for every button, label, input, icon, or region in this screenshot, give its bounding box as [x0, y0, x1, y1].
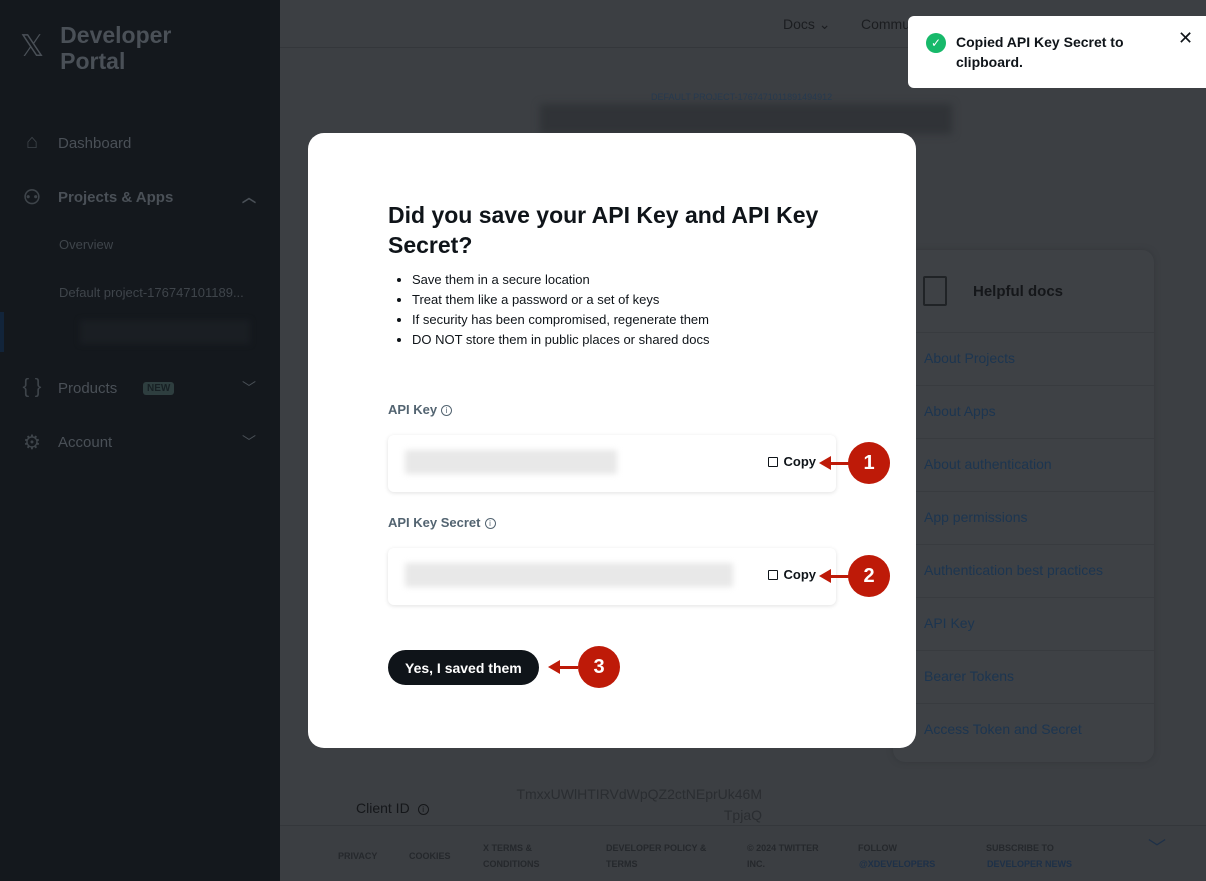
api-key-label: API Key i [388, 402, 453, 417]
copied-toast: ✓ Copied API Key Secret to clipboard. ✕ [908, 16, 1206, 88]
nav-community[interactable]: Commu [861, 16, 910, 32]
copy-icon [767, 569, 778, 580]
copy-api-key-button[interactable]: Copy [767, 454, 816, 469]
divider [893, 544, 1154, 545]
sidebar-item-dashboard[interactable]: ⌂ Dashboard [0, 131, 280, 154]
footer-cookies[interactable]: COOKIES [409, 848, 451, 864]
modal-title: Did you save your API Key and API Key Se… [388, 202, 819, 258]
doc-link[interactable]: Bearer Tokens [924, 668, 1014, 684]
app-title-blurred [540, 104, 952, 134]
helpful-docs-card: Helpful docs About Projects About Apps Abo… [893, 250, 1154, 762]
api-secret-label: API Key Secret i [388, 515, 496, 530]
annotation-arrow [819, 456, 849, 470]
sidebar-item-products[interactable]: { } Products NEW ﹀ [0, 376, 280, 399]
tip: DO NOT store them in public places or sh… [412, 330, 709, 350]
chevron-down-icon[interactable]: ﹀ [1148, 839, 1166, 857]
close-icon[interactable]: ✕ [1178, 28, 1193, 49]
doc-link[interactable]: About Apps [924, 403, 996, 419]
doc-link[interactable]: API Key [924, 615, 975, 631]
active-indicator [0, 312, 4, 352]
sidebar-item-overview[interactable]: Overview [59, 237, 113, 252]
footer-dev-policy[interactable]: DEVELOPER POLICY & TERMS [606, 840, 726, 872]
doc-link[interactable]: About Projects [924, 350, 1015, 366]
footer-copyright: © 2024 TWITTER INC. [747, 843, 819, 869]
divider [893, 597, 1154, 598]
divider [893, 332, 1154, 333]
confirm-saved-button[interactable]: Yes, I saved them [388, 650, 539, 685]
tips-list: Save them in a secure location Treat the… [412, 270, 709, 350]
doc-link[interactable]: Authentication best practices [924, 562, 1103, 578]
divider [893, 438, 1154, 439]
info-icon[interactable]: i [441, 405, 453, 416]
tip: If security has been compromised, regene… [412, 310, 709, 330]
annotation-badge-1: 1 [848, 442, 890, 484]
logo[interactable]: 𝕏 Developer Portal [20, 22, 190, 74]
copy-icon [767, 456, 778, 467]
sidebar: 𝕏 Developer Portal ⌂ Dashboard ⚇ Project… [0, 0, 280, 881]
divider [893, 385, 1154, 386]
sidebar-item-account[interactable]: ⚙ Account ﹀ [0, 431, 280, 454]
annotation-badge-3: 3 [578, 646, 620, 688]
x-logo-icon: 𝕏 [20, 30, 45, 63]
sidebar-item-projects-apps[interactable]: ⚇ Projects & Apps ︿ [0, 186, 280, 209]
api-secret-value-redacted [405, 563, 733, 587]
check-circle-icon: ✓ [926, 33, 946, 53]
divider [893, 491, 1154, 492]
info-icon[interactable]: i [484, 518, 496, 529]
annotation-arrow [819, 569, 849, 583]
chevron-down-icon: ﹀ [242, 434, 256, 450]
sidebar-item-default-project[interactable]: Default project-176747101189... [59, 285, 244, 300]
project-label[interactable]: DEFAULT PROJECT-1767471011891494912 [651, 92, 832, 102]
tip: Treat them like a password or a set of k… [412, 290, 709, 310]
tip: Save them in a secure location [412, 270, 709, 290]
toast-message: Copied API Key Secret to clipboard. [956, 34, 1124, 70]
chevron-up-icon: ︿ [242, 189, 256, 205]
footer: PRIVACY COOKIES X TERMS & CONDITIONS DEV… [280, 825, 1206, 881]
annotation-badge-2: 2 [848, 555, 890, 597]
hierarchy-icon: ⚇ [23, 187, 41, 209]
api-key-field: Copy [388, 435, 836, 492]
document-icon [923, 276, 947, 306]
gear-icon: ⚙ [23, 432, 41, 454]
braces-icon: { } [22, 376, 42, 398]
divider [893, 703, 1154, 704]
app-item-blurred[interactable] [80, 320, 250, 344]
footer-subscribe-link[interactable]: DEVELOPER NEWS [987, 856, 1072, 872]
client-id-value: TmxxUWlHTIRVdWpQZ2ctNEprUk46M TpjaQ [516, 786, 762, 823]
new-badge: NEW [143, 381, 175, 395]
footer-privacy[interactable]: PRIVACY [338, 848, 377, 864]
chevron-down-icon: ﹀ [242, 380, 256, 396]
client-id-label: Client ID i [356, 800, 429, 816]
footer-follow: FOLLOW [858, 843, 897, 853]
doc-link[interactable]: App permissions [924, 509, 1028, 525]
footer-follow-link[interactable]: @XDEVELOPERS [859, 856, 935, 872]
footer-subscribe: SUBSCRIBE TO [986, 843, 1054, 853]
annotation-arrow [548, 660, 578, 674]
home-icon: ⌂ [25, 131, 39, 153]
api-key-value-redacted [405, 450, 617, 474]
copy-api-secret-button[interactable]: Copy [767, 567, 816, 582]
doc-link[interactable]: About authentication [924, 456, 1052, 472]
helpful-docs-title: Helpful docs [973, 283, 1064, 300]
api-secret-field: Copy [388, 548, 836, 605]
footer-terms[interactable]: X TERMS & CONDITIONS [483, 840, 563, 872]
doc-link[interactable]: Access Token and Secret [924, 721, 1082, 737]
nav-docs[interactable]: Docs ⌄ [783, 16, 831, 33]
divider [893, 650, 1154, 651]
portal-title: Developer Portal [60, 22, 172, 74]
